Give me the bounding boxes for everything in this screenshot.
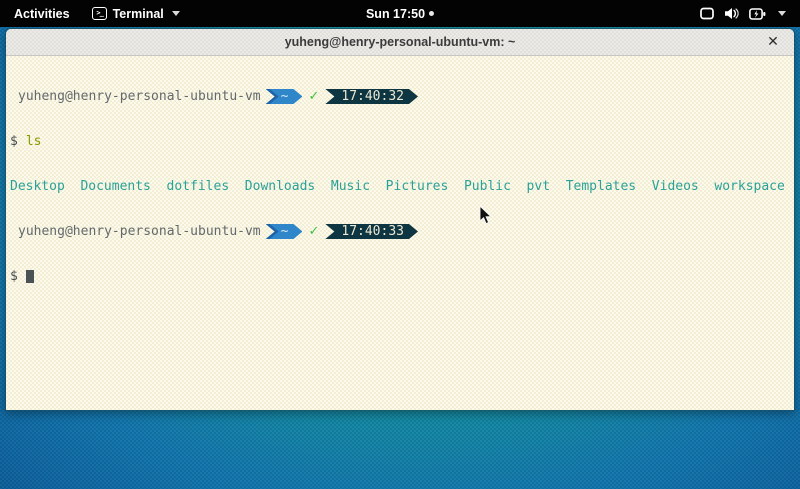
prompt-line-1: yuheng@henry-personal-ubuntu-vm ~ ✓ 17:4… [10,89,790,104]
desktop: { "top_bar": { "activities_label": "Acti… [0,0,800,489]
top-bar: Activities >_ Terminal Sun 17:50 [0,0,800,27]
input-line: $ [10,269,790,284]
app-menu-terminal[interactable]: >_ Terminal [84,0,188,27]
clock-menu[interactable]: Sun 17:50 [366,0,434,27]
prompt-dollar: $ [10,134,18,149]
prompt-path-segment: ~ [266,224,303,239]
system-tray-menu[interactable] [692,0,794,27]
terminal-window: yuheng@henry-personal-ubuntu-vm: ~ ✕ yuh… [5,28,795,411]
check-icon: ✓ [308,224,319,239]
screen-icon [700,7,714,20]
close-button[interactable]: ✕ [764,33,782,51]
chevron-down-icon [172,11,180,16]
window-titlebar[interactable]: yuheng@henry-personal-ubuntu-vm: ~ ✕ [6,29,794,56]
volume-icon [724,7,739,20]
prompt-user-host: yuheng@henry-personal-ubuntu-vm [18,89,261,104]
prompt-user-host: yuheng@henry-personal-ubuntu-vm [18,224,261,239]
prompt-time-segment: 17:40:32 [325,89,418,104]
prompt-time-segment: 17:40:33 [325,224,418,239]
battery-charging-icon [749,8,766,20]
terminal-app-icon: >_ [92,7,107,20]
terminal-cursor [26,270,34,283]
notification-dot-icon [429,11,434,16]
typed-command: ls [26,134,42,149]
activities-label: Activities [14,7,70,21]
prompt-dollar: $ [10,269,18,284]
clock-label: Sun 17:50 [366,7,425,21]
ls-output-line: Desktop Documents dotfiles Downloads Mus… [10,179,790,194]
prompt-path-segment: ~ [266,89,303,104]
activities-button[interactable]: Activities [0,0,84,27]
window-title: yuheng@henry-personal-ubuntu-vm: ~ [285,35,516,49]
command-line: $ ls [10,134,790,149]
app-menu-label: Terminal [113,7,164,21]
chevron-down-icon [778,11,786,16]
prompt-line-2: yuheng@henry-personal-ubuntu-vm ~ ✓ 17:4… [10,224,790,239]
check-icon: ✓ [308,89,319,104]
terminal-screen[interactable]: yuheng@henry-personal-ubuntu-vm ~ ✓ 17:4… [6,56,794,410]
